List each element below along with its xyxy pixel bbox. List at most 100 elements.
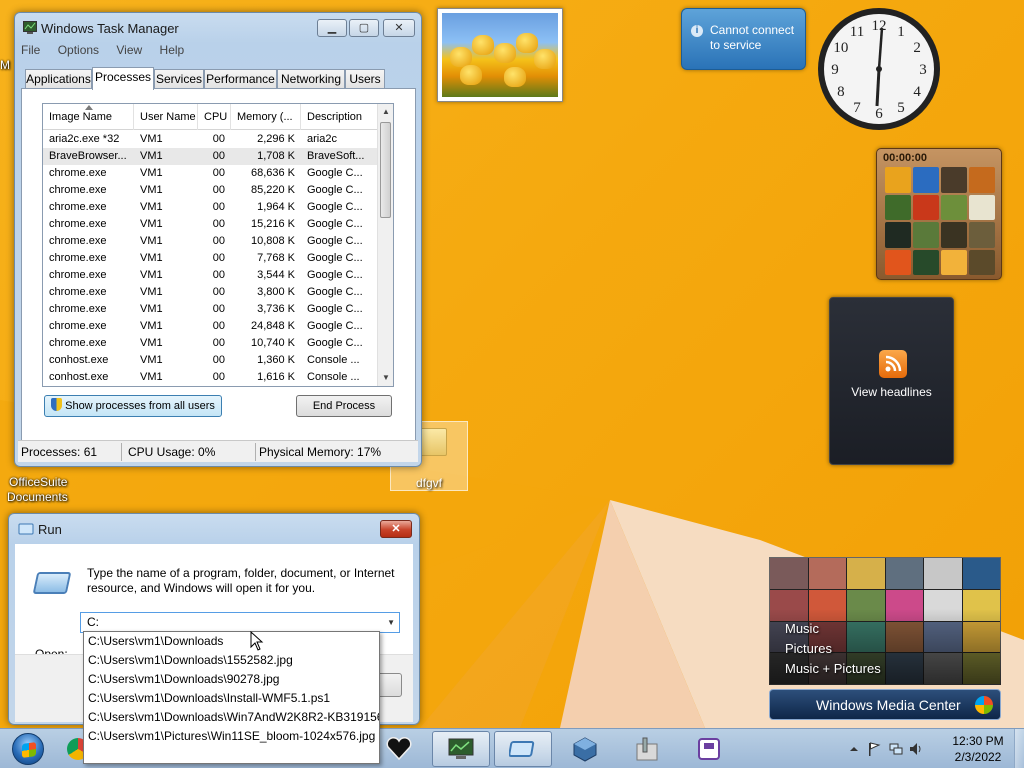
table-row[interactable]: chrome.exe VM1 00 68,636 K Google C...: [43, 165, 378, 182]
cell-cpu: 00: [212, 235, 225, 247]
puzzle-tiles[interactable]: [885, 167, 995, 275]
media-center-gadget[interactable]: Music Pictures Music + Pictures Windows …: [769, 557, 1001, 720]
open-autocomplete-list[interactable]: C:\Users\vm1\Downloads C:\Users\vm1\Down…: [83, 631, 380, 764]
autocomplete-item[interactable]: C:\Users\vm1\Downloads\Install-WMF5.1.ps…: [84, 689, 379, 708]
cell-description: Google C...: [307, 269, 363, 281]
tab-users[interactable]: Users: [345, 69, 385, 89]
autocomplete-item[interactable]: C:\Users\vm1\Downloads\90278.jpg: [84, 670, 379, 689]
autocomplete-item[interactable]: C:\Users\vm1\Downloads\1552582.jpg: [84, 651, 379, 670]
slideshow-gadget[interactable]: [437, 8, 563, 102]
tab-processes[interactable]: Processes: [92, 67, 154, 90]
end-process-button[interactable]: End Process: [296, 395, 392, 417]
start-button[interactable]: [4, 731, 52, 767]
status-physical-memory: Physical Memory: 17%: [259, 445, 382, 459]
close-button[interactable]: ✕: [383, 19, 415, 37]
table-row[interactable]: chrome.exe VM1 00 24,848 K Google C...: [43, 318, 378, 335]
maximize-button[interactable]: ▢: [349, 19, 379, 37]
tab-services[interactable]: Services: [154, 69, 204, 89]
picture-puzzle-gadget[interactable]: 00:00:00: [876, 148, 1002, 280]
clock-gadget[interactable]: 12 12 3 45678 9 1011: [816, 6, 942, 132]
desktop-partial-label: M: [0, 58, 10, 72]
table-row[interactable]: chrome.exe VM1 00 7,768 K Google C...: [43, 250, 378, 267]
process-list[interactable]: Image Name User Name CPU Memory (... Des…: [42, 103, 394, 387]
minimize-button[interactable]: ▁: [317, 19, 347, 37]
clock-number: 4: [913, 84, 921, 100]
column-description[interactable]: Description: [301, 104, 378, 130]
cell-image-name: chrome.exe: [49, 184, 107, 196]
column-user-name[interactable]: User Name: [134, 104, 198, 130]
table-row[interactable]: chrome.exe VM1 00 1,964 K Google C...: [43, 199, 378, 216]
network-icon[interactable]: [889, 742, 903, 756]
cell-memory: 1,964 K: [257, 201, 295, 213]
show-all-processes-button[interactable]: Show processes from all users: [44, 395, 222, 417]
run-title-icon: [18, 523, 34, 535]
run-close-button[interactable]: ✕: [380, 520, 412, 538]
open-combobox[interactable]: C: ▼: [80, 612, 400, 633]
taskbar-clock-time[interactable]: 12:30 PM: [949, 734, 1007, 748]
tab-networking[interactable]: Networking: [277, 69, 345, 89]
view-headlines-label[interactable]: View headlines: [830, 385, 953, 399]
menu-help[interactable]: Help: [160, 43, 185, 57]
task-manager-titlebar[interactable]: Windows Task Manager ▁ ▢ ✕: [15, 13, 421, 43]
feed-headlines-gadget[interactable]: View headlines: [829, 297, 954, 465]
media-center-title-bar[interactable]: Windows Media Center: [769, 689, 1001, 720]
open-input-value[interactable]: C:: [87, 615, 99, 629]
table-row[interactable]: conhost.exe VM1 00 1,616 K Console ...: [43, 369, 378, 386]
cell-description: aria2c: [307, 133, 337, 145]
menu-view[interactable]: View: [116, 43, 142, 57]
cell-memory: 10,808 K: [250, 235, 295, 247]
taskbar-clock-date[interactable]: 2/3/2022: [949, 750, 1007, 764]
chevron-down-icon[interactable]: ▼: [387, 613, 395, 632]
table-row[interactable]: BraveBrowser... VM1 00 1,708 K BraveSoft...: [43, 148, 378, 165]
flag-icon[interactable]: [867, 742, 881, 756]
table-row[interactable]: chrome.exe VM1 00 10,808 K Google C...: [43, 233, 378, 250]
menu-file[interactable]: File: [21, 43, 40, 57]
run-titlebar[interactable]: Run ✕: [9, 514, 419, 544]
media-link-music-pictures[interactable]: Music + Pictures: [785, 661, 881, 676]
column-memory[interactable]: Memory (...: [231, 104, 301, 130]
table-row[interactable]: chrome.exe VM1 00 85,220 K Google C...: [43, 182, 378, 199]
table-row[interactable]: chrome.exe VM1 00 3,800 K Google C...: [43, 284, 378, 301]
desktop-icon-documents-label[interactable]: Documents: [7, 490, 68, 505]
clock-number: 2: [913, 40, 921, 56]
cell-image-name: aria2c.exe *32: [49, 133, 120, 145]
table-row[interactable]: conhost.exe VM1 00 1,360 K Console ...: [43, 352, 378, 369]
scrollbar-thumb[interactable]: [380, 122, 391, 218]
taskbar-task-manager[interactable]: [432, 731, 490, 767]
cell-memory: 68,636 K: [250, 167, 295, 179]
weather-gadget[interactable]: i Cannot connect to service: [681, 8, 806, 70]
scroll-down-arrow-icon[interactable]: ▼: [378, 370, 393, 386]
media-link-pictures[interactable]: Pictures: [785, 641, 832, 656]
column-cpu[interactable]: CPU: [198, 104, 231, 130]
table-row[interactable]: aria2c.exe *32 VM1 00 2,296 K aria2c: [43, 131, 378, 148]
taskbar-virtualbox[interactable]: [556, 731, 614, 767]
table-row[interactable]: chrome.exe VM1 00 15,216 K Google C...: [43, 216, 378, 233]
taskbar-tools[interactable]: [618, 731, 676, 767]
table-row[interactable]: chrome.exe VM1 00 3,544 K Google C...: [43, 267, 378, 284]
tab-applications[interactable]: Applications: [25, 69, 92, 89]
show-hidden-icons-icon[interactable]: [847, 742, 861, 756]
taskbar-app-purple[interactable]: [680, 731, 738, 767]
cell-cpu: 00: [212, 184, 225, 196]
autocomplete-item[interactable]: C:\Users\vm1\Downloads: [84, 632, 379, 651]
uac-shield-icon: [51, 398, 63, 411]
autocomplete-item[interactable]: C:\Users\vm1\Pictures\Win11SE_bloom-1024…: [84, 727, 379, 746]
cell-cpu: 00: [212, 303, 225, 315]
taskbar-app-heart[interactable]: [382, 731, 416, 767]
desktop-icon-officesuite-label[interactable]: OfficeSuite: [9, 475, 67, 490]
cell-memory: 1,708 K: [257, 150, 295, 162]
run-description: Type the name of a program, folder, docu…: [87, 566, 395, 595]
cell-cpu: 00: [212, 252, 225, 264]
table-row[interactable]: chrome.exe VM1 00 10,740 K Google C...: [43, 335, 378, 352]
tab-performance[interactable]: Performance: [204, 69, 277, 89]
show-desktop-button[interactable]: [1014, 729, 1024, 768]
autocomplete-item[interactable]: C:\Users\vm1\Downloads\Win7AndW2K8R2-KB3…: [84, 708, 379, 727]
volume-icon[interactable]: [909, 742, 923, 756]
process-list-scrollbar[interactable]: ▲ ▼: [377, 104, 393, 386]
taskbar-run[interactable]: [494, 731, 552, 767]
task-manager-window[interactable]: Windows Task Manager ▁ ▢ ✕ File Options …: [14, 12, 422, 467]
menu-options[interactable]: Options: [58, 43, 99, 57]
scroll-up-arrow-icon[interactable]: ▲: [378, 104, 393, 120]
media-link-music[interactable]: Music: [785, 621, 819, 636]
table-row[interactable]: chrome.exe VM1 00 3,736 K Google C...: [43, 301, 378, 318]
